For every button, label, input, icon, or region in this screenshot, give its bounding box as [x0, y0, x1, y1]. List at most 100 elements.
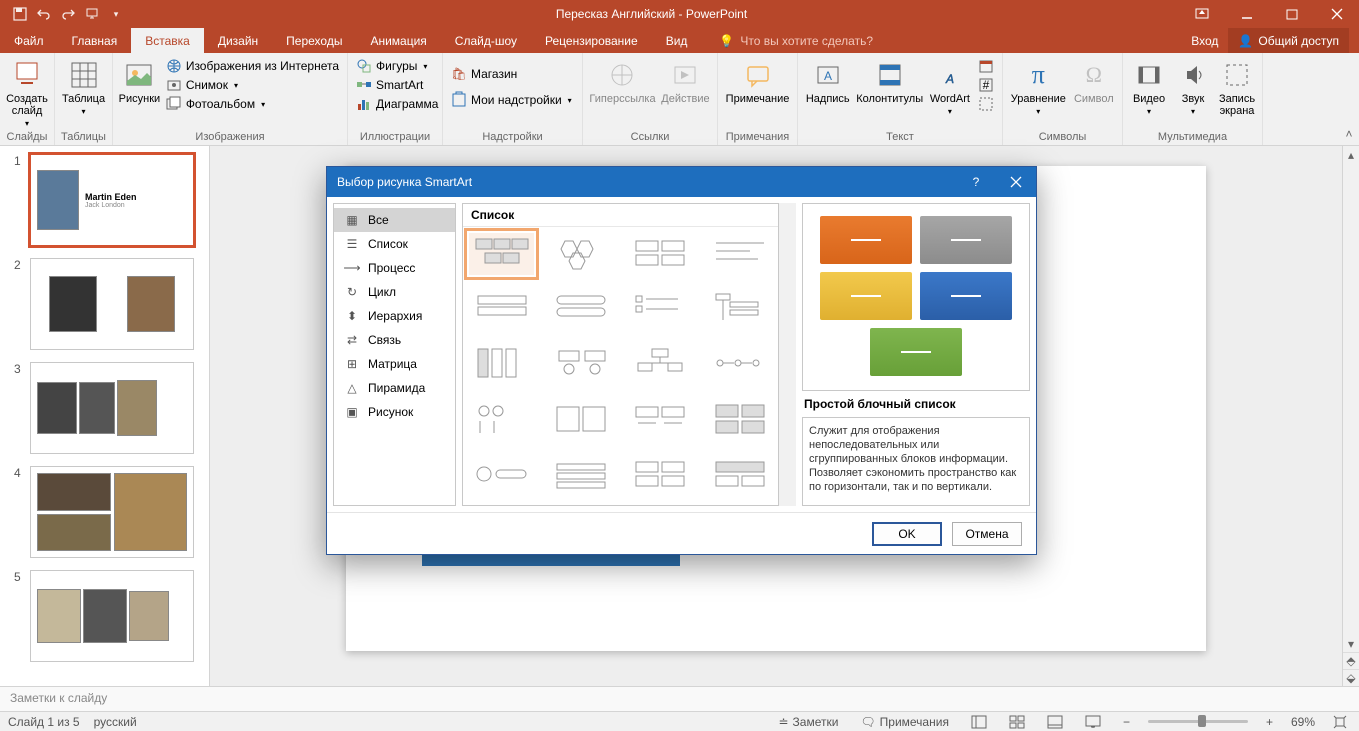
prev-slide-icon[interactable]: ⬘ [1343, 652, 1359, 669]
tab-design[interactable]: Дизайн [204, 28, 272, 53]
wordart-button[interactable]: AWordArt▾ [928, 57, 972, 118]
object-button[interactable] [976, 95, 996, 113]
vertical-scrollbar[interactable]: ▴ ▾ ⬘ ⬙ [1342, 146, 1359, 686]
thumbnail-slide-2[interactable] [30, 258, 194, 350]
layout-b[interactable] [548, 399, 613, 441]
thumbnail-slide-5[interactable] [30, 570, 194, 662]
close-icon[interactable] [1314, 0, 1359, 28]
view-reading-icon[interactable] [1043, 715, 1067, 729]
next-slide-icon[interactable]: ⬙ [1343, 669, 1359, 686]
layout-d[interactable] [707, 399, 772, 441]
signin-link[interactable]: Вход [1191, 34, 1218, 48]
cancel-button[interactable]: Отмена [952, 522, 1022, 546]
category-pyramid[interactable]: △Пирамида [334, 376, 455, 400]
header-button[interactable]: Колонтитулы [855, 57, 923, 107]
thumbnail-slide-3[interactable] [30, 362, 194, 454]
layout-basic-block[interactable] [469, 233, 534, 275]
tell-me[interactable]: Что вы хотите сделать? [740, 34, 873, 48]
undo-icon[interactable] [36, 6, 52, 22]
collapse-ribbon-icon[interactable]: ˄ [1339, 53, 1359, 145]
status-lang[interactable]: русский [94, 715, 137, 729]
layout-pill[interactable] [548, 288, 613, 330]
category-hierarchy[interactable]: ⬍Иерархия [334, 304, 455, 328]
layout-h[interactable] [707, 454, 772, 496]
new-slide-button[interactable]: Создать слайд▾ [6, 57, 48, 130]
layout-2col[interactable] [628, 233, 693, 275]
tab-file[interactable]: Файл [0, 28, 58, 53]
online-images-button[interactable]: Изображения из Интернета [164, 57, 341, 75]
category-all[interactable]: ▦Все [334, 208, 455, 232]
zoom-level[interactable]: 69% [1291, 715, 1315, 729]
date-button[interactable] [976, 57, 996, 75]
scroll-up-icon[interactable]: ▴ [1343, 146, 1359, 163]
notes-pane[interactable]: Заметки к слайду [0, 686, 1359, 711]
layout-vtabs[interactable] [469, 343, 534, 385]
category-list[interactable]: ☰Список [334, 232, 455, 256]
layout-c[interactable] [628, 399, 693, 441]
category-matrix[interactable]: ⊞Матрица [334, 352, 455, 376]
store-button[interactable]: 🛍Магазин [449, 65, 574, 83]
qat-more-icon[interactable]: ▾ [108, 6, 124, 22]
tab-insert[interactable]: Вставка [131, 28, 204, 53]
thumbnail-slide-4[interactable] [30, 466, 194, 558]
category-process[interactable]: ⟶Процесс [334, 256, 455, 280]
view-sorter-icon[interactable] [1005, 715, 1029, 729]
layout-bubbled[interactable] [548, 343, 613, 385]
slidenum-button[interactable]: # [976, 76, 996, 94]
save-icon[interactable] [12, 6, 28, 22]
video-button[interactable]: Видео▾ [1129, 57, 1169, 118]
thumbnail-slide-1[interactable]: Martin EdenJack London [30, 154, 194, 246]
tab-slideshow[interactable]: Слайд-шоу [441, 28, 531, 53]
layout-checklist[interactable] [628, 288, 693, 330]
screenshot-button[interactable]: Снимок▾ [164, 76, 341, 94]
tab-home[interactable]: Главная [58, 28, 132, 53]
scroll-down-icon[interactable]: ▾ [1343, 635, 1359, 652]
album-button[interactable]: Фотоальбом▾ [164, 95, 341, 113]
tab-review[interactable]: Рецензирование [531, 28, 652, 53]
minimize-icon[interactable] [1224, 0, 1269, 28]
myaddins-button[interactable]: Мои надстройки▾ [449, 91, 574, 109]
redo-icon[interactable] [60, 6, 76, 22]
tab-animations[interactable]: Анимация [356, 28, 440, 53]
share-button[interactable]: 👤 Общий доступ [1228, 28, 1349, 53]
notes-toggle[interactable]: ≐Заметки [774, 715, 842, 729]
ok-button[interactable]: OK [872, 522, 942, 546]
layout-lines[interactable] [707, 233, 772, 275]
comments-toggle[interactable]: 🗨Примечания [856, 715, 953, 729]
zoom-slider[interactable] [1148, 720, 1248, 723]
comment-button[interactable]: Примечание [724, 57, 791, 107]
category-cycle[interactable]: ↻Цикл [334, 280, 455, 304]
category-picture[interactable]: ▣Рисунок [334, 400, 455, 424]
layout-tl[interactable] [707, 343, 772, 385]
smartart-button[interactable]: SmartArt [354, 76, 440, 94]
shapes-button[interactable]: Фигуры▾ [354, 57, 440, 75]
thumbnail-pane[interactable]: 1 Martin EdenJack London 2 3 4 5 [0, 146, 210, 686]
pictures-button[interactable]: Рисунки [119, 57, 160, 107]
fit-icon[interactable] [1329, 715, 1351, 729]
chart-button[interactable]: Диаграмма [354, 95, 440, 113]
start-icon[interactable] [84, 6, 100, 22]
layout-org[interactable] [628, 343, 693, 385]
layout-e[interactable] [469, 454, 534, 496]
zoom-in-icon[interactable]: + [1262, 715, 1277, 729]
view-slideshow-icon[interactable] [1081, 715, 1105, 729]
ribbon-opts-icon[interactable] [1179, 0, 1224, 28]
layout-tree[interactable] [707, 288, 772, 330]
layout-g[interactable] [628, 454, 693, 496]
tab-transitions[interactable]: Переходы [272, 28, 356, 53]
dialog-help-icon[interactable]: ? [956, 167, 996, 197]
maximize-icon[interactable] [1269, 0, 1314, 28]
category-relationship[interactable]: ⇄Связь [334, 328, 455, 352]
layouts-scrollbar[interactable] [779, 203, 796, 506]
view-normal-icon[interactable] [967, 715, 991, 729]
equation-button[interactable]: πУравнение▾ [1009, 57, 1068, 118]
textbox-button[interactable]: AНадпись [804, 57, 851, 107]
layout-f[interactable] [548, 454, 613, 496]
layout-rows[interactable] [469, 288, 534, 330]
record-button[interactable]: Запись экрана [1217, 57, 1257, 119]
tab-view[interactable]: Вид [652, 28, 702, 53]
table-button[interactable]: Таблица▾ [61, 57, 106, 118]
layout-a[interactable] [469, 399, 534, 441]
zoom-out-icon[interactable]: − [1119, 715, 1134, 729]
layout-hex[interactable] [548, 233, 613, 275]
